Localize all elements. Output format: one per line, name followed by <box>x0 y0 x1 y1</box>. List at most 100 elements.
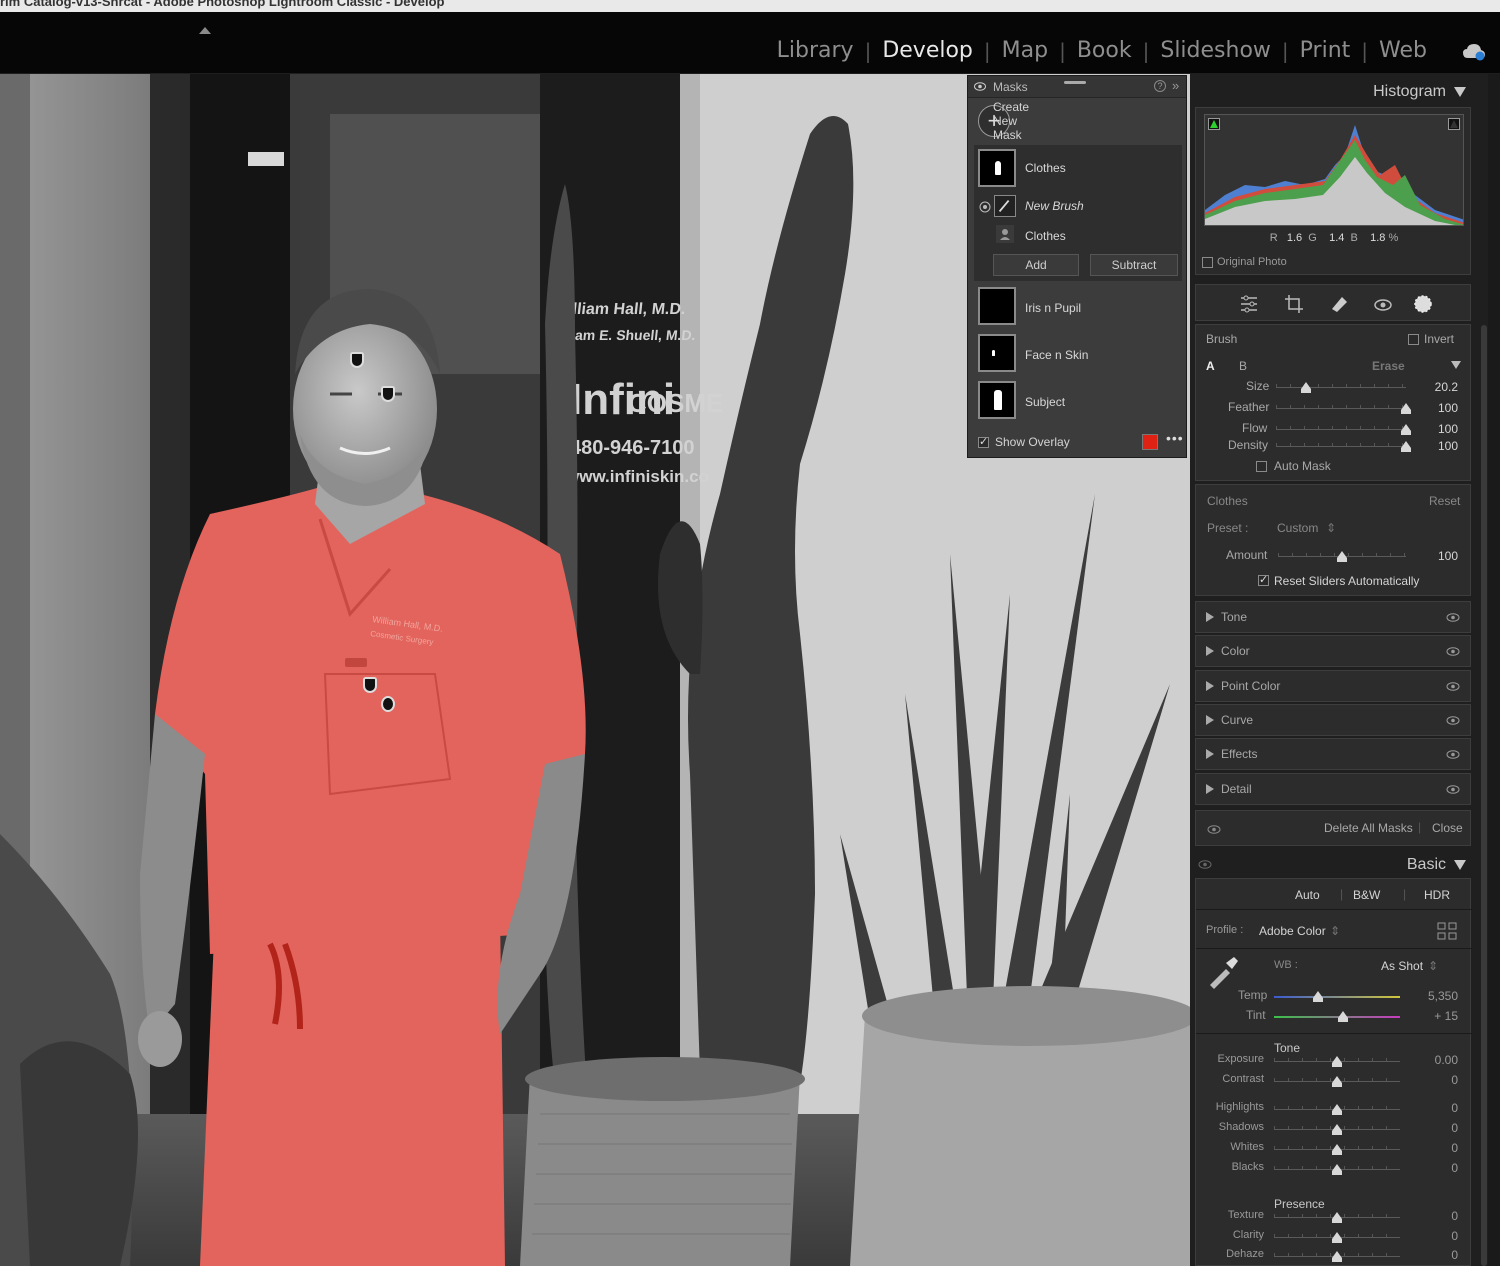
eyedropper-icon[interactable] <box>1206 955 1240 989</box>
module-book[interactable]: Book <box>1066 38 1143 63</box>
module-slideshow[interactable]: Slideshow <box>1149 38 1282 63</box>
mask-name-clothes[interactable]: Clothes <box>1025 161 1066 175</box>
density-slider[interactable] <box>1276 441 1411 452</box>
add-component-button[interactable]: Add <box>993 254 1079 276</box>
component-clothes[interactable]: Clothes <box>1025 229 1066 243</box>
overlay-color-swatch[interactable] <box>1142 434 1158 450</box>
clarity-slider[interactable] <box>1274 1232 1400 1243</box>
module-print[interactable]: Print <box>1289 38 1362 63</box>
brush-tab-erase[interactable]: Erase <box>1372 359 1405 373</box>
flow-slider[interactable] <box>1276 424 1411 435</box>
close-button[interactable]: Close <box>1432 821 1463 835</box>
section-detail[interactable]: Detail <box>1195 773 1471 805</box>
healing-icon[interactable] <box>1328 293 1350 315</box>
mask-pin-face[interactable] <box>350 352 364 368</box>
mask-name-face-skin[interactable]: Face n Skin <box>1025 348 1088 362</box>
amount-slider[interactable] <box>1278 551 1406 562</box>
auto-mask-checkbox[interactable] <box>1256 461 1267 472</box>
feather-value[interactable]: 100 <box>1418 401 1458 415</box>
red-eye-icon[interactable] <box>1372 293 1394 315</box>
crop-icon[interactable] <box>1283 293 1305 315</box>
eye-icon[interactable] <box>1446 750 1460 759</box>
temp-slider[interactable] <box>1274 991 1400 1002</box>
dehaze-slider-knob[interactable] <box>1332 1251 1342 1262</box>
shadows-value[interactable]: 0 <box>1418 1121 1458 1135</box>
collapse-triangle-icon[interactable] <box>1454 87 1466 97</box>
shadows-slider-knob[interactable] <box>1332 1124 1342 1135</box>
hdr-button[interactable]: HDR <box>1424 888 1450 902</box>
highlights-value[interactable]: 0 <box>1418 1101 1458 1115</box>
texture-value[interactable]: 0 <box>1418 1209 1458 1223</box>
density-value[interactable]: 100 <box>1418 439 1458 453</box>
preset-dropdown-arrows-icon[interactable]: ⇕ <box>1326 521 1336 535</box>
reset-sliders-checkbox[interactable] <box>1258 573 1269 586</box>
density-slider-knob[interactable] <box>1401 441 1411 452</box>
eye-icon[interactable] <box>974 82 986 91</box>
section-point-color[interactable]: Point Color <box>1195 670 1471 702</box>
mask-pin-subject[interactable] <box>381 696 395 712</box>
mask-pin-iris[interactable] <box>381 386 395 402</box>
eye-icon[interactable] <box>1446 647 1460 656</box>
brush-tab-b[interactable]: B <box>1239 359 1247 373</box>
profile-dropdown[interactable]: Adobe Color <box>1259 924 1326 938</box>
eye-icon[interactable] <box>1446 716 1460 725</box>
highlights-slider-knob[interactable] <box>1332 1104 1342 1115</box>
show-overlay-checkbox[interactable] <box>978 435 989 448</box>
cloud-sync-icon[interactable] <box>1462 43 1486 61</box>
mask-thumb-iris[interactable] <box>978 287 1016 325</box>
dehaze-value[interactable]: 0 <box>1418 1248 1458 1262</box>
profile-browser-grid-icon[interactable] <box>1437 922 1457 940</box>
feather-slider[interactable] <box>1276 403 1411 414</box>
preset-dropdown[interactable]: Custom <box>1277 521 1318 535</box>
create-new-mask-button[interactable]: + Create New Mask <box>978 100 1029 142</box>
whites-slider-knob[interactable] <box>1332 1144 1342 1155</box>
mask-pin-clothes[interactable] <box>363 677 377 693</box>
exposure-slider[interactable] <box>1274 1056 1400 1067</box>
bw-button[interactable]: B&W <box>1353 888 1380 902</box>
mask-name-subject[interactable]: Subject <box>1025 395 1065 409</box>
collapse-panel-icon[interactable]: » <box>1172 78 1179 93</box>
mask-thumb-subject[interactable] <box>978 381 1016 419</box>
flow-value[interactable]: 100 <box>1418 422 1458 436</box>
help-icon[interactable]: ? <box>1154 80 1166 92</box>
brush-dropdown-triangle-icon[interactable] <box>1451 361 1461 369</box>
mask-thumb-face[interactable] <box>978 334 1016 372</box>
blacks-slider-knob[interactable] <box>1332 1164 1342 1175</box>
dehaze-slider[interactable] <box>1274 1251 1400 1262</box>
shadows-slider[interactable] <box>1274 1124 1400 1135</box>
exposure-slider-knob[interactable] <box>1332 1056 1342 1067</box>
module-map[interactable]: Map <box>991 38 1059 63</box>
panel-toggle-caret-icon[interactable] <box>199 27 211 34</box>
contrast-slider-knob[interactable] <box>1332 1076 1342 1087</box>
size-value[interactable]: 20.2 <box>1418 380 1458 394</box>
masking-icon[interactable] <box>1412 293 1434 315</box>
show-overlay-toggle[interactable]: Show Overlay <box>978 435 1070 449</box>
component-new-brush[interactable]: New Brush <box>1025 199 1084 213</box>
amount-value[interactable]: 100 <box>1418 549 1458 563</box>
invert-checkbox[interactable] <box>1408 334 1419 345</box>
section-color[interactable]: Color <box>1195 635 1471 667</box>
people-component-icon[interactable] <box>996 225 1014 243</box>
clarity-slider-knob[interactable] <box>1332 1232 1342 1243</box>
clarity-value[interactable]: 0 <box>1418 1229 1458 1243</box>
tint-slider[interactable] <box>1274 1011 1400 1022</box>
contrast-slider[interactable] <box>1274 1076 1400 1087</box>
module-library[interactable]: Library <box>766 38 865 63</box>
module-web[interactable]: Web <box>1368 38 1438 63</box>
shadow-clipping-toggle[interactable] <box>1208 118 1220 130</box>
original-photo-toggle[interactable]: Original Photo <box>1202 256 1287 268</box>
texture-slider[interactable] <box>1274 1212 1400 1223</box>
basic-header[interactable]: Basic <box>1195 849 1471 879</box>
edit-sliders-icon[interactable] <box>1238 293 1260 315</box>
wb-dropdown[interactable]: As Shot <box>1381 959 1423 973</box>
eye-icon[interactable] <box>1446 613 1460 622</box>
subtract-component-button[interactable]: Subtract <box>1090 254 1178 276</box>
whites-slider[interactable] <box>1274 1144 1400 1155</box>
eye-icon[interactable] <box>1446 682 1460 691</box>
original-photo-checkbox[interactable] <box>1202 256 1213 268</box>
auto-button[interactable]: Auto <box>1295 888 1320 902</box>
section-effects[interactable]: Effects <box>1195 738 1471 770</box>
tint-slider-knob[interactable] <box>1338 1011 1349 1022</box>
size-slider[interactable] <box>1276 382 1406 393</box>
more-options-icon[interactable]: ••• <box>1166 430 1184 446</box>
